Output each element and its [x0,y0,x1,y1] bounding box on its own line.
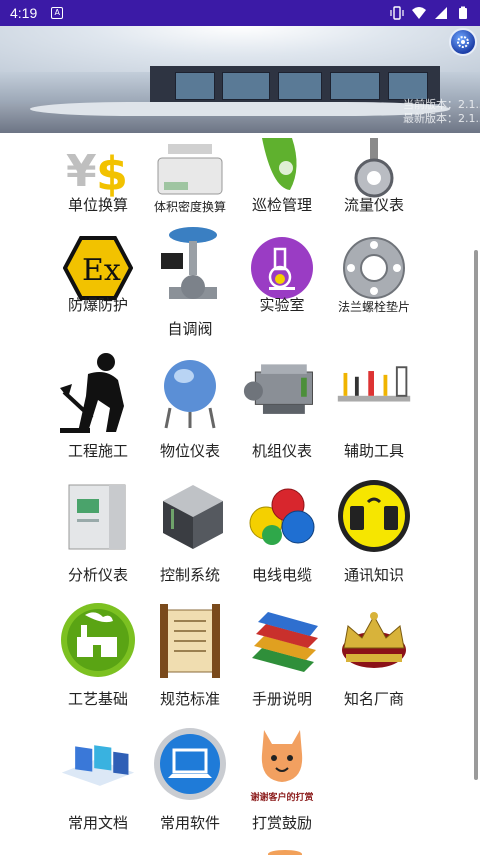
svg-text:$: $ [96,147,128,198]
grid-item-label: 分析仪表 [67,566,128,584]
grid-item-label: 常用文档 [67,814,128,832]
settings-button[interactable] [449,28,477,56]
grid-item-manuals[interactable]: 手册说明 [236,600,328,724]
analyzer-cabinet-icon [58,476,138,556]
wifi-icon [412,7,426,19]
grid-item-famous-vendors[interactable]: 知名厂商 [328,600,420,724]
grid-item-label: 实验室 [259,296,305,314]
grid-item-communication[interactable]: 通讯知识 [328,476,420,600]
crown-icon [334,600,414,680]
grid-item-label: 体积密度换算 [153,200,226,214]
cable-icon [242,476,322,556]
scrollbar[interactable] [474,250,478,780]
notification-a-icon: A [51,7,64,19]
control-module-icon [150,476,230,556]
flange-icon [334,228,414,308]
grid-item-label: 防爆防护 [67,296,128,314]
grid-item-documents[interactable]: 常用文档 [52,724,144,848]
grid-item-label: 流量仪表 [343,196,404,214]
status-time: 4:19 [10,5,38,21]
grid-item-cable[interactable]: 电线电缆 [236,476,328,600]
grid-item-level-meter[interactable]: 物位仪表 [144,352,236,476]
latest-version-text: 最新版本：2.1.5 [403,112,480,125]
grid-item-laboratory[interactable]: 实验室 [236,228,328,352]
grid-item-label: 辅助工具 [343,442,404,460]
battery-icon [459,6,467,19]
banner-image: 当前版本：2.1.5 最新版本：2.1.5 [0,26,480,133]
scroll-icon [150,600,230,680]
banner-screen [175,72,215,100]
gear-icon [457,36,469,48]
svg-text:¥: ¥ [66,146,97,197]
grid-item-reward[interactable]: 谢谢客户的打赏 打赏鼓励 [236,724,328,848]
grid-item-label: 打赏鼓励 [251,814,312,832]
grid-item-label: 常用软件 [159,814,220,832]
grid-item-process-basics[interactable]: 工艺基础 [52,600,144,724]
grid-item-label: 机组仪表 [251,442,312,460]
signal-icon [435,7,447,19]
control-valve-icon [150,227,230,308]
construction-worker-icon [58,352,138,433]
books-icon [242,600,322,680]
grid-item-label: 自调阀 [167,320,213,338]
grid-item-unit-instrument[interactable]: 机组仪表 [236,352,328,476]
status-bar: 4:19 A [0,0,480,26]
grid-item-label: 法兰螺栓垫片 [337,300,410,314]
grid-item-label: 单位换算 [67,196,128,214]
status-icons [390,6,470,20]
grid-item-label: 巡检管理 [251,196,312,214]
svg-text:Ex: Ex [82,253,121,288]
grid-item-flange[interactable]: 法兰螺栓垫片 [328,228,420,352]
grid-item-label: 规范标准 [159,690,220,708]
grid-item-label: 电线电缆 [251,566,312,584]
grid-item-explosion-proof[interactable]: Ex 防爆防护 [52,228,144,352]
grid-item-label: 手册说明 [251,690,312,708]
grid-item-label: 工程施工 [67,442,128,460]
next-row-item-partial [268,850,302,855]
grid-item-construction[interactable]: 工程施工 [52,352,144,476]
tools-icon [334,352,414,432]
grid-item-label: 物位仪表 [159,442,220,460]
grid-item-software[interactable]: 常用软件 [144,724,236,848]
grid-item-analyzer[interactable]: 分析仪表 [52,476,144,600]
storage-tank-icon [150,352,230,432]
reward-caption: 谢谢客户的打赏 [250,793,314,803]
communication-icon [334,476,414,556]
documents-icon [58,724,138,804]
engine-icon [242,352,322,432]
laptop-icon [150,724,230,804]
grid-item-control-valve[interactable]: 自调阀 [144,227,236,352]
banner-desk [30,102,450,116]
grid-item-label: 通讯知识 [343,566,404,584]
grid-item-label: 工艺基础 [67,690,128,708]
banner-screen [278,72,322,100]
factory-icon [58,600,138,680]
banner-screen [222,72,270,100]
scale-icon [150,128,230,208]
grid-item-aux-tools[interactable]: 辅助工具 [328,352,420,476]
vibrate-icon [390,6,404,20]
banner-screen [330,72,380,100]
grid-item-control-system[interactable]: 控制系统 [144,476,236,600]
grid-item-label: 知名厂商 [343,690,404,708]
grid-item-standards[interactable]: 规范标准 [144,600,236,724]
grid-item-label: 控制系统 [159,566,220,584]
